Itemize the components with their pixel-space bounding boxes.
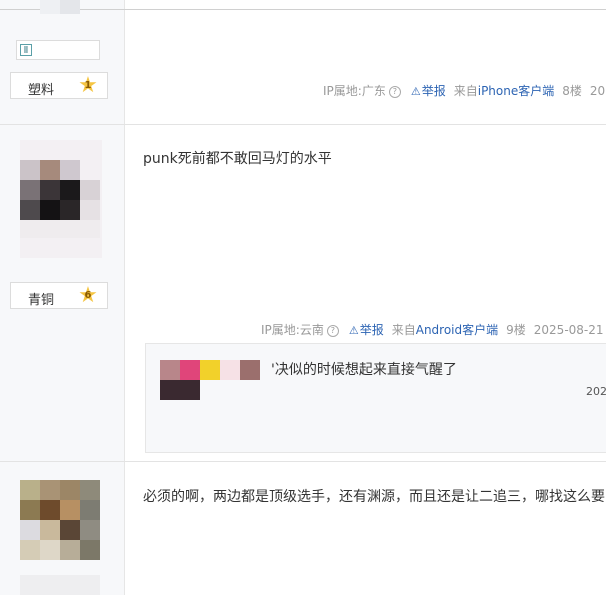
reply-date: 202 xyxy=(586,385,606,398)
reply-content: '决似的时候想起来直接气醒了 xyxy=(271,362,457,378)
user-level-badge[interactable]: 青铜 ★ 6 xyxy=(10,282,108,309)
source-prefix: 来自 xyxy=(391,323,416,337)
floor-number: 9楼 xyxy=(506,323,526,337)
warning-triangle-icon: ⚠ xyxy=(410,85,421,98)
source-client-link[interactable]: iPhone客户端 xyxy=(478,84,555,98)
report-link[interactable]: 举报 xyxy=(360,323,384,337)
level-number: 6 xyxy=(84,290,92,301)
post-content: punk死前都不敢回马灯的水平 xyxy=(143,151,332,167)
post-date: 2025-08-21 0 xyxy=(533,323,606,337)
post-meta: IP属地:广东? ⚠举报 来自iPhone客户端 8楼 20 xyxy=(323,82,605,99)
report-link[interactable]: 举报 xyxy=(422,84,446,98)
source-client-link[interactable]: Android客户端 xyxy=(416,323,498,337)
reply-box: '决似的时候想起来直接气醒了 202 xyxy=(145,343,606,453)
user-level-badge[interactable]: 塑料 ★ 1 xyxy=(10,72,108,99)
floor-number: 8楼 xyxy=(562,84,582,98)
fan-badge[interactable]: Ⅱ xyxy=(16,40,100,60)
avatar-blurred-fragment xyxy=(20,575,100,595)
question-circle-icon[interactable]: ? xyxy=(388,86,401,98)
post-content: 必须的啊，两边都是顶级选手，还有渊源，而且还是让二追三，哪找这么要 xyxy=(143,489,605,505)
level-name: 塑料 xyxy=(28,83,55,98)
post-meta: IP属地:云南? ⚠举报来自Android客户端 9楼 2025-08-21 0 xyxy=(261,321,606,338)
question-circle-icon[interactable]: ? xyxy=(326,325,339,337)
ip-location: IP属地:云南 xyxy=(261,323,324,337)
badge-icon: Ⅱ xyxy=(20,44,32,56)
post-divider xyxy=(0,461,606,462)
post-divider xyxy=(0,124,606,125)
top-divider xyxy=(0,9,606,10)
avatar-blurred[interactable] xyxy=(20,140,102,258)
level-name: 青铜 xyxy=(28,293,55,308)
post-date: 20 xyxy=(589,84,606,98)
ip-location: IP属地:广东 xyxy=(323,84,386,98)
avatar-blurred[interactable] xyxy=(40,0,80,14)
warning-triangle-icon: ⚠ xyxy=(348,324,359,337)
reply-avatar-blurred[interactable] xyxy=(160,360,264,400)
level-number: 1 xyxy=(84,80,92,91)
avatar-blurred[interactable] xyxy=(20,480,100,560)
source-prefix: 来自 xyxy=(453,84,478,98)
